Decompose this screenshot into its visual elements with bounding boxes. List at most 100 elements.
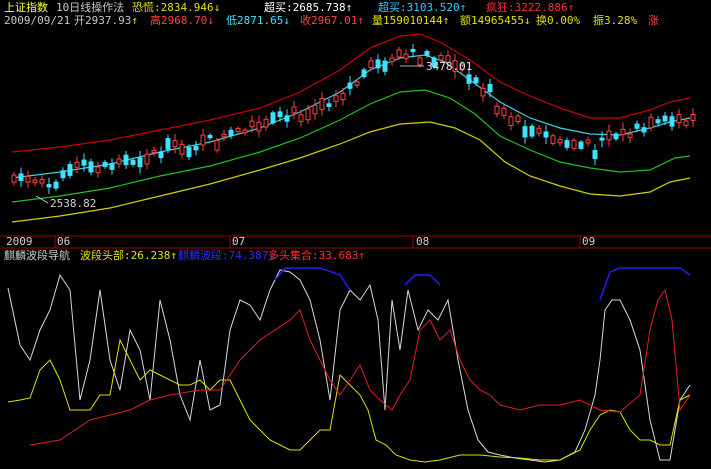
- candle-body: [88, 161, 94, 173]
- candle-body: [487, 83, 493, 93]
- indicator-name: 10日线操作法: [56, 0, 124, 14]
- candle-body: [403, 53, 409, 59]
- candle-body: [172, 140, 178, 148]
- white-oscillator-line: [7, 269, 691, 463]
- candle-body: [571, 139, 577, 149]
- candle-body: [102, 161, 108, 167]
- candle-body: [326, 103, 332, 107]
- candle-body: [235, 127, 241, 133]
- candle-body: [291, 106, 297, 114]
- candle-body: [165, 138, 171, 150]
- candle-body: [46, 184, 52, 188]
- x-axis-label-08: 08: [416, 235, 429, 248]
- candle-body: [634, 123, 640, 129]
- candle-body: [669, 116, 675, 127]
- chart-canvas[interactable]: 3478.01 2538.82 2009 06 07 08 09 上证指数 10…: [0, 0, 711, 469]
- candle-body: [207, 134, 213, 139]
- candle-body: [578, 141, 584, 149]
- candle-body: [529, 125, 535, 137]
- candle-body: [270, 112, 276, 124]
- candle-body: [389, 57, 395, 63]
- quote-date: 2009/09/21: [4, 14, 70, 27]
- candle-body: [256, 121, 262, 132]
- candle-body: [81, 159, 87, 166]
- candle-body: [158, 151, 164, 159]
- candle-body: [424, 50, 430, 56]
- candle-body: [39, 179, 45, 184]
- candle-body: [193, 145, 199, 151]
- candle-body: [557, 138, 563, 144]
- candle-body: [228, 129, 234, 137]
- header-row-2: 2009/09/21 开2937.93↑ 高2968.70↓ 低2871.65↓…: [4, 13, 637, 27]
- candlestick-series: [11, 43, 696, 194]
- candle-body: [417, 57, 423, 66]
- x-axis-label-2009: 2009: [6, 235, 33, 248]
- candle-body: [396, 49, 402, 58]
- candle-body: [354, 81, 360, 86]
- amplitude-label: 振: [593, 13, 604, 27]
- amount-value: 14965455: [471, 14, 524, 27]
- candle-body: [550, 135, 556, 144]
- fear-label: 恐慌:: [132, 1, 161, 14]
- sub-panel-name: 麒麟波段导航: [4, 248, 70, 262]
- candle-body: [242, 129, 248, 134]
- fear-value: 2834.946: [161, 1, 214, 14]
- candle-body: [186, 147, 192, 158]
- super-buy-value: 3103.520: [407, 1, 460, 14]
- candle-body: [536, 127, 542, 134]
- candle-body: [347, 82, 353, 89]
- bull-label: 多头集合:: [268, 248, 319, 262]
- super-buy-label: 超买:: [378, 0, 407, 14]
- candle-body: [466, 74, 472, 84]
- candle-body: [137, 157, 143, 168]
- candle-body: [312, 104, 318, 115]
- head-label: 波段头部:: [80, 248, 131, 262]
- candle-body: [480, 87, 486, 97]
- x-axis-label-06: 06: [57, 235, 70, 248]
- open-label: 开: [74, 14, 85, 27]
- close-label: 收: [300, 13, 311, 27]
- candle-body: [494, 105, 500, 115]
- low-label: 低: [226, 14, 237, 27]
- overbought-value: 2685.738: [293, 1, 346, 14]
- middle-band-line: [11, 54, 691, 179]
- red-oscillator-line: [29, 288, 691, 446]
- candle-body: [319, 97, 325, 110]
- qilin-label: 麒麟波段:: [178, 248, 229, 262]
- candle-body: [298, 114, 304, 122]
- turnover-label: 换: [536, 13, 547, 27]
- close-value: 2967.01: [311, 14, 357, 27]
- header-row-1: 上证指数 10日线操作法 恐慌:2834.946↓ 超买:2685.738↑ 超…: [4, 0, 574, 14]
- candle-body: [613, 133, 619, 140]
- candle-body: [508, 116, 514, 127]
- header-row-2-overflow: 涨: [648, 14, 659, 27]
- candle-body: [53, 181, 59, 189]
- candle-body: [655, 119, 661, 124]
- candle-body: [515, 115, 521, 122]
- candle-body: [627, 133, 633, 138]
- index-name: 上证指数: [4, 0, 48, 14]
- candle-body: [333, 95, 339, 102]
- volume-value: 159010144: [383, 14, 443, 27]
- open-value: 2937.93: [85, 14, 131, 27]
- candle-body: [599, 137, 605, 141]
- candle-body: [249, 120, 255, 128]
- candle-body: [221, 133, 227, 138]
- low-price-pointer: [35, 195, 49, 204]
- candle-body: [473, 77, 479, 84]
- qilin-value: 74.387: [229, 249, 269, 262]
- candle-body: [109, 163, 115, 170]
- turnover-value: 0.00%: [547, 14, 580, 27]
- candle-body: [179, 143, 185, 155]
- candle-body: [375, 59, 381, 69]
- volume-label: 量: [372, 14, 383, 27]
- candle-body: [585, 139, 591, 144]
- candle-body: [116, 158, 122, 165]
- candle-body: [361, 69, 367, 78]
- candle-body: [410, 48, 416, 53]
- candle-body: [620, 128, 626, 136]
- candle-body: [18, 173, 24, 182]
- candle-body: [74, 161, 80, 168]
- head-value: 26.238: [131, 249, 171, 262]
- candle-body: [648, 116, 654, 129]
